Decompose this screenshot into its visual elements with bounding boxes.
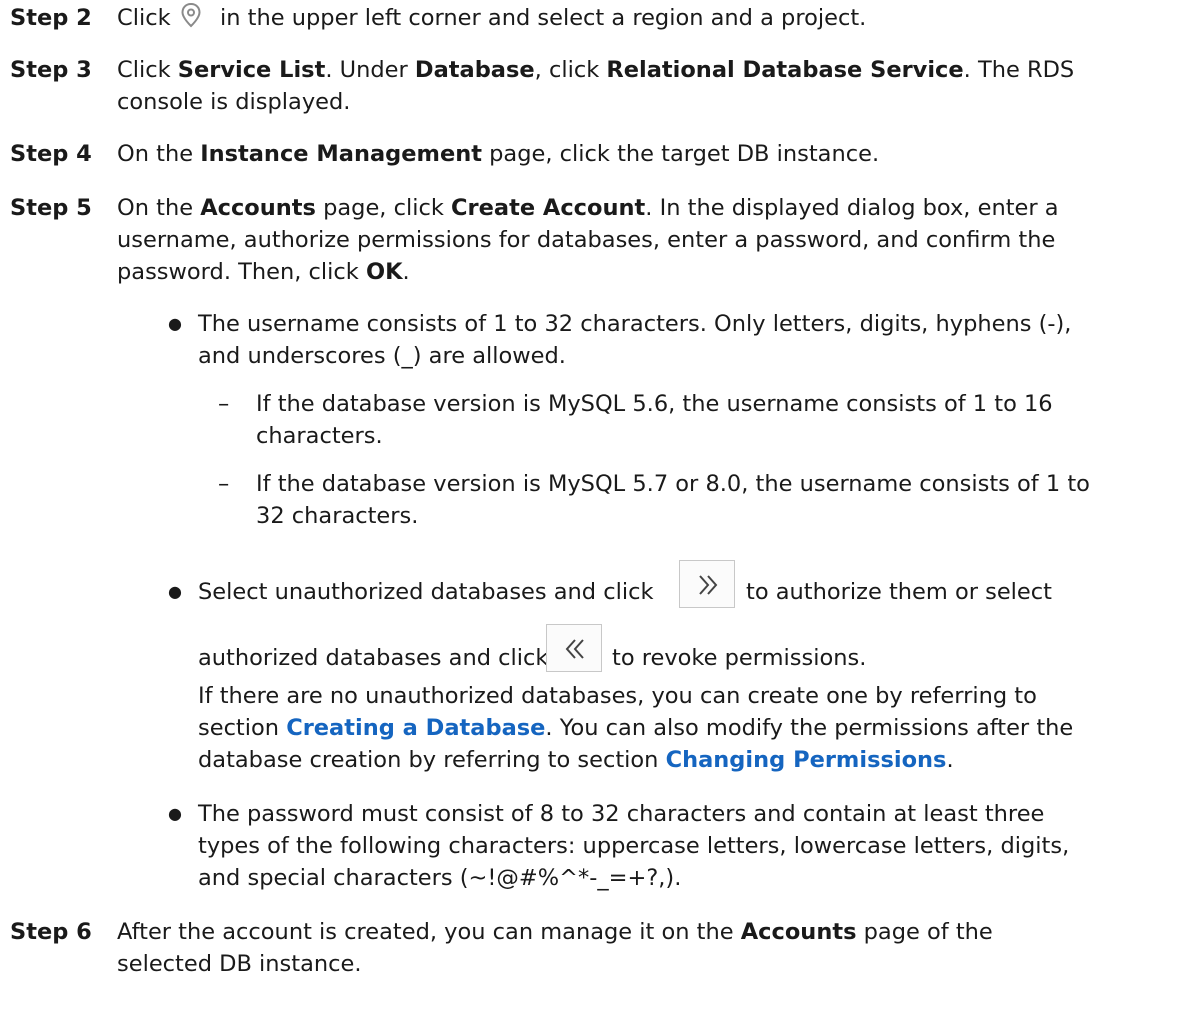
changing-permissions-link[interactable]: Changing Permissions: [666, 747, 947, 773]
bullet-2-line-2b: to revoke permissions.: [612, 645, 867, 671]
creating-a-database-link[interactable]: Creating a Database: [286, 715, 545, 741]
sub-2-line-1: If the database version is MySQL 5.7 or …: [256, 471, 1090, 497]
step-6-line-1: After the account is created, you can ma…: [117, 919, 993, 945]
bullet-2-line-2a: authorized databases and click: [198, 645, 549, 671]
dash-marker: –: [218, 391, 230, 417]
step-6-label: Step 6: [10, 919, 92, 945]
bullet-3-line-1: The password must consist of 8 to 32 cha…: [198, 801, 1045, 827]
sub-1-line-2: characters.: [256, 423, 383, 449]
bullet-1-line-1: The username consists of 1 to 32 charact…: [198, 311, 1072, 337]
step-4-line-1: On the Instance Management page, click t…: [117, 141, 880, 167]
bullet-marker: ●: [168, 314, 182, 333]
bullet-1-line-2: and underscores (_) are allowed.: [198, 343, 566, 369]
location-pin-icon: [175, 0, 207, 32]
bullet-3-line-3: and special characters (~!@#%^*-_=+?,).: [198, 865, 682, 891]
dash-marker: –: [218, 471, 230, 497]
step-5-line-2: username, authorize permissions for data…: [117, 227, 1056, 253]
sub-2-line-2: 32 characters.: [256, 503, 419, 529]
bullet-marker: ●: [168, 804, 182, 823]
step-5-line-1: On the Accounts page, click Create Accou…: [117, 195, 1059, 221]
double-chevron-right-icon: [679, 560, 735, 608]
step-2-text-a: Click: [117, 5, 171, 31]
step-6-line-2: selected DB instance.: [117, 951, 362, 977]
sub-1-line-1: If the database version is MySQL 5.6, th…: [256, 391, 1053, 417]
step-3-label: Step 3: [10, 57, 92, 83]
step-4-label: Step 4: [10, 141, 92, 167]
step-2-label: Step 2: [10, 5, 92, 31]
bullet-2-para-line-3: database creation by referring to sectio…: [198, 747, 954, 773]
step-2-text-b: in the upper left corner and select a re…: [220, 5, 867, 31]
double-chevron-left-icon: [546, 624, 602, 672]
bullet-2-para-line-1: If there are no unauthorized databases, …: [198, 683, 1037, 709]
step-3-line-2: console is displayed.: [117, 89, 351, 115]
bullet-2-para-line-2: section Creating a Database. You can als…: [198, 715, 1074, 741]
bullet-marker: ●: [168, 582, 182, 601]
bullet-2-line-1a: Select unauthorized databases and click: [198, 579, 654, 605]
step-5-label: Step 5: [10, 195, 92, 221]
step-5-line-3: password. Then, click OK.: [117, 259, 410, 285]
step-3-line-1: Click Service List. Under Database, clic…: [117, 57, 1075, 83]
bullet-2-line-1b: to authorize them or select: [746, 579, 1052, 605]
bullet-3-line-2: types of the following characters: upper…: [198, 833, 1070, 859]
